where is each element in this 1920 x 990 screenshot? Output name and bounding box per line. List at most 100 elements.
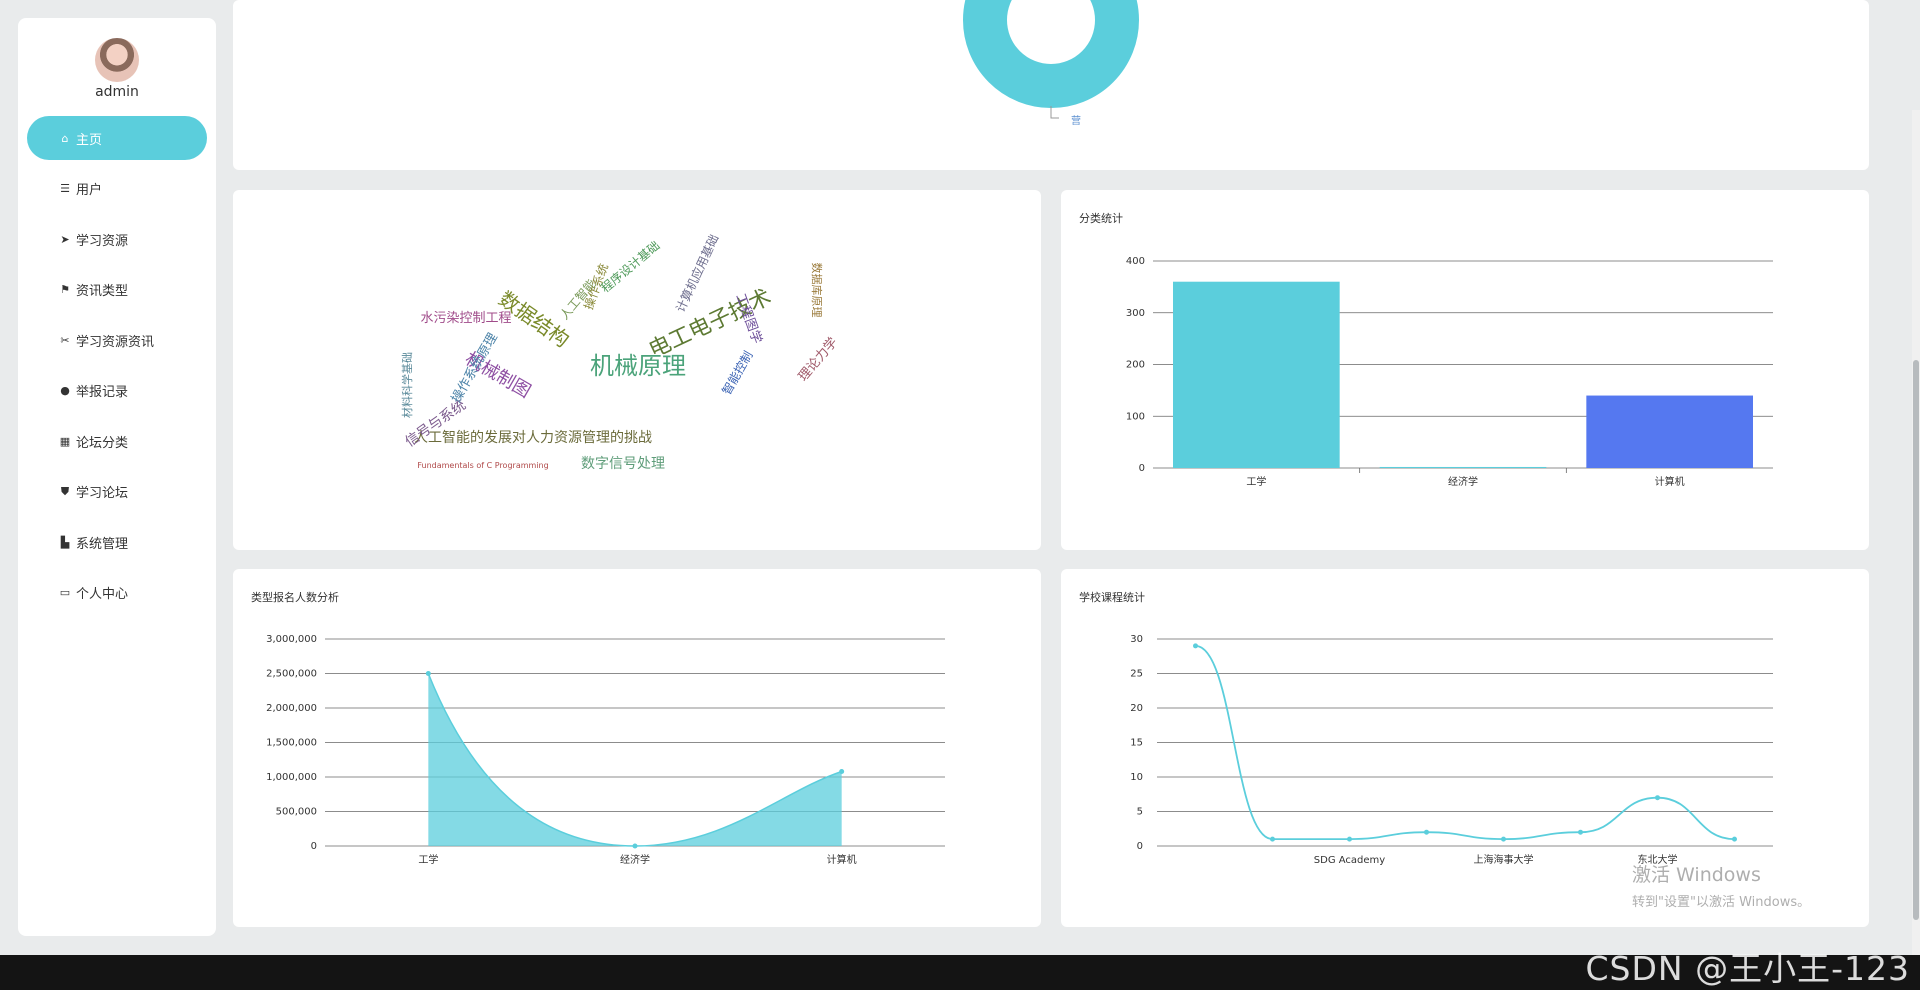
bar-ytick-label: 200: [1126, 360, 1145, 371]
send-icon: ➤: [60, 232, 70, 246]
page-scrollbar[interactable]: [1912, 110, 1920, 980]
thumbs-up-icon: ▙: [60, 535, 70, 549]
menu-item-2[interactable]: ➤ 学习资源: [27, 217, 207, 261]
menu-item-label: 个人中心: [76, 587, 129, 602]
wordcloud-word: 计算机应用基础: [672, 232, 721, 314]
csdn-watermark: CSDN @王小王-123: [1585, 949, 1910, 988]
area-ytick-label: 500,000: [276, 807, 317, 818]
windows-activation-hint: 转到"设置"以激活 Windows。: [1632, 895, 1811, 910]
line-point: [1732, 836, 1737, 842]
line-point: [1347, 836, 1352, 842]
sidebar-menu: ⌂ 主页 ☰ 用户 ➤ 学习资源 ⚑ 资讯类型 ✂ 学习资源资讯 ● 举报记录 ▦ 论坛分类 ⛊ 学习论坛 ▙ 系…: [27, 116, 207, 621]
area-chart: 0 500,000 1,000,000 1,500,000 2,000,000 2,500…: [266, 634, 945, 866]
line-ytick-label: 15: [1130, 738, 1143, 749]
area-xtick-label: 工学: [418, 853, 438, 866]
menu-item-9[interactable]: ▭ 个人中心: [27, 571, 207, 615]
wordcloud-card: 机械原理 电工电子技术 数据结构 机械制图 人工智能的发展对人力资源管理的挑战 数字信号处…: [233, 190, 1041, 550]
bar-xtick-label: 工学: [1246, 475, 1266, 488]
wordcloud-chart: 机械原理电工电子技术数据结构机械制图人工智能的发展对人力资源管理的挑战数字信号处…: [400, 232, 841, 472]
map-pin-icon: ●: [60, 384, 70, 397]
wordcloud-word: 理论力学: [795, 334, 841, 384]
user-name: admin: [95, 84, 139, 100]
area-ytick-label: 0: [311, 841, 317, 852]
wordcloud-word: 材料科学基础: [400, 352, 414, 418]
wordcloud-word: 数字信号处理: [581, 456, 665, 472]
windows-activation-notice: 激活 Windows 转到"设置"以激活 Windows。: [1632, 860, 1810, 910]
donut-card: 营: [233, 0, 1869, 170]
line-ytick-label: 10: [1130, 772, 1143, 783]
area-point: [839, 768, 845, 774]
menu-item-label: 论坛分类: [76, 435, 129, 451]
line-point: [1655, 795, 1660, 801]
donut-chart: 营: [963, 0, 1139, 127]
bar-ytick-label: 300: [1126, 308, 1145, 319]
menu-item-label: 资讯类型: [76, 284, 129, 299]
grid-icon: ▦: [59, 434, 71, 448]
menu-item-label: 学习资源资讯: [76, 334, 155, 350]
area-point: [425, 671, 431, 676]
line-point: [1501, 836, 1506, 842]
area-xtick-label: 计算机: [827, 853, 857, 866]
area-chart-title: 类型报名人数分析: [251, 591, 339, 604]
wordcloud-word: 智能控制: [719, 348, 756, 397]
bar-chart-card: 分类统计 0 100 200 300 400 工学 经济学 计算机: [1061, 190, 1869, 550]
donut-ring: [963, 0, 1139, 108]
card-icon: ▭: [59, 586, 71, 599]
area-point: [632, 843, 638, 849]
list-icon: ☰: [60, 182, 70, 195]
line-point: [1578, 829, 1583, 835]
menu-item-label: 举报记录: [76, 385, 129, 400]
area-chart-card: 类型报名人数分析 0 500,000 1,000,000 1,500,000 2,000…: [233, 569, 1041, 927]
bar-ytick-label: 400: [1126, 256, 1145, 267]
line-ytick-label: 5: [1137, 807, 1143, 818]
bar-0: [1173, 281, 1340, 468]
home-icon: ⌂: [61, 131, 69, 145]
line-ytick-label: 0: [1137, 841, 1143, 852]
flag-icon: ⚑: [60, 283, 70, 296]
menu-item-0[interactable]: ⌂ 主页: [27, 116, 207, 160]
line-xtick-label: SDG Academy: [1314, 855, 1386, 866]
area-ytick-label: 2,000,000: [266, 703, 317, 714]
windows-activation-title: 激活 Windows: [1632, 864, 1761, 886]
line-point: [1270, 836, 1275, 842]
menu-item-6[interactable]: ▦ 论坛分类: [27, 419, 207, 463]
donut-legend-label: 营: [1071, 114, 1081, 127]
area-xtick-label: 经济学: [620, 853, 650, 866]
menu-item-5[interactable]: ● 举报记录: [27, 369, 207, 413]
area-ytick-label: 1,500,000: [266, 738, 317, 749]
bar-ytick-label: 100: [1126, 411, 1145, 422]
sidebar: admin ⌂ 主页 ☰ 用户 ➤ 学习资源 ⚑ 资讯类型 ✂ 学习资源资讯 ● 举报记录 ▦ 论坛分类 ⛊…: [18, 18, 216, 936]
line-xtick-label: 上海海事大学: [1474, 853, 1534, 866]
bar-2: [1586, 395, 1753, 468]
menu-item-label: 主页: [76, 132, 103, 148]
line-point: [1424, 829, 1429, 835]
menu-item-1[interactable]: ☰ 用户: [27, 167, 207, 211]
bar-chart-title: 分类统计: [1079, 212, 1123, 225]
menu-item-label: 用户: [76, 183, 103, 198]
menu-item-8[interactable]: ▙ 系统管理: [27, 520, 207, 564]
area-ytick-label: 1,000,000: [266, 772, 317, 783]
area-fill: [428, 673, 842, 846]
scissors-icon: ✂: [60, 333, 70, 347]
avatar[interactable]: [95, 38, 139, 82]
menu-item-4[interactable]: ✂ 学习资源资讯: [27, 318, 207, 362]
menu-item-7[interactable]: ⛊ 学习论坛: [27, 470, 207, 514]
line-ytick-label: 25: [1130, 669, 1143, 680]
scrollbar-thumb[interactable]: [1913, 360, 1919, 920]
wordcloud-word: 数据库原理: [810, 263, 824, 318]
line-ytick-label: 30: [1130, 634, 1143, 645]
line-chart-title: 学校课程统计: [1079, 591, 1145, 604]
wordcloud-word: Fundamentals of C Programming: [417, 461, 548, 470]
bar-ytick-label: 0: [1139, 463, 1145, 474]
wordcloud-word: 水污染控制工程: [420, 311, 511, 326]
area-ytick-label: 2,500,000: [266, 669, 317, 680]
menu-item-label: 学习资源: [76, 233, 129, 249]
shield-icon: ⛊: [60, 484, 70, 498]
menu-item-label: 学习论坛: [76, 486, 129, 501]
line-point: [1193, 643, 1198, 649]
bar-chart: 0 100 200 300 400 工学 经济学 计算机: [1126, 256, 1773, 488]
wordcloud-word: 人工智能的发展对人力资源管理的挑战: [414, 430, 652, 446]
line-ytick-label: 20: [1130, 703, 1143, 714]
menu-item-3[interactable]: ⚑ 资讯类型: [27, 268, 207, 312]
bar-xtick-label: 计算机: [1655, 475, 1685, 488]
